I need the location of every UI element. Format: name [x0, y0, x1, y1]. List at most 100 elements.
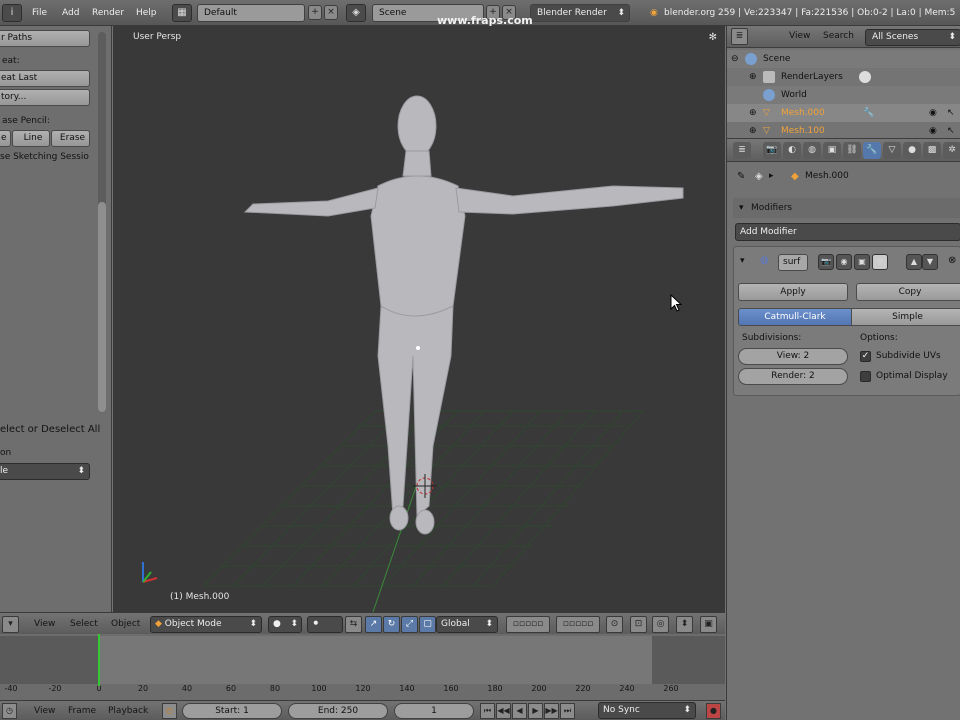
snap-target-icon[interactable]: ◎	[652, 616, 669, 633]
render-levels-field[interactable]: Render: 2	[738, 368, 848, 385]
next-keyframe-icon[interactable]: ▶▶	[544, 703, 559, 719]
expand-icon[interactable]: ⊕	[749, 68, 757, 86]
editor-type-icon[interactable]: ≣	[731, 28, 748, 45]
visibility-eye-icon[interactable]: ◉	[929, 104, 937, 122]
menu-frame[interactable]: Frame	[68, 704, 96, 718]
collapse-icon[interactable]: ⊖	[731, 50, 739, 68]
prev-keyframe-icon[interactable]: ◀◀	[496, 703, 511, 719]
snap-icon[interactable]: ⊡	[630, 616, 647, 633]
apply-button[interactable]: Apply	[738, 283, 848, 301]
add-modifier-select[interactable]: Add Modifier	[735, 223, 960, 241]
current-frame-field[interactable]: 1	[394, 703, 474, 719]
simple-tab[interactable]: Simple	[851, 308, 960, 326]
bake-paths-button[interactable]: r Paths	[0, 30, 90, 47]
scene-tab-icon[interactable]: ◐	[783, 142, 801, 159]
render-engine-select[interactable]: Blender Render ⬍	[530, 4, 630, 22]
outliner-row-renderlayers[interactable]: ⊕ RenderLayers	[727, 68, 960, 86]
mode-select[interactable]: ◆ Object Mode ⬍	[150, 616, 262, 633]
world-tab-icon[interactable]: ◍	[803, 142, 821, 159]
sync-select[interactable]: No Sync ⬍	[598, 702, 696, 719]
layers-grid-a[interactable]: ▫▫▫▫▫	[506, 616, 550, 633]
outliner-menu-search[interactable]: Search	[823, 31, 854, 41]
viewport-visibility-icon[interactable]: ◉	[836, 254, 852, 270]
menu-select[interactable]: Select	[70, 617, 98, 632]
layout-add-button[interactable]: +	[308, 5, 322, 20]
optimal-display-checkbox[interactable]	[860, 371, 871, 382]
outliner-menu-view[interactable]: View	[789, 31, 810, 41]
scale-box-icon[interactable]: ▢	[419, 616, 436, 633]
expand-icon[interactable]: ⊕	[749, 104, 757, 122]
pivot-select[interactable]: ⚫	[307, 616, 343, 633]
end-frame-field[interactable]: End: 250	[288, 703, 388, 719]
data-tab-icon[interactable]: ▽	[883, 142, 901, 159]
pin-icon[interactable]: ✎	[737, 171, 745, 182]
modifiers-panel-header[interactable]: ▾ Modifiers	[733, 198, 960, 218]
wrench-icon[interactable]: 🔧	[863, 104, 874, 122]
menu-add[interactable]: Add	[62, 4, 79, 22]
line-button[interactable]: Line	[12, 130, 50, 147]
history-button[interactable]: tory...	[0, 89, 90, 106]
scrollbar-thumb[interactable]	[98, 202, 106, 412]
editmode-visibility-icon[interactable]: ▣	[854, 254, 870, 270]
camera-icon[interactable]	[859, 71, 871, 83]
action-select[interactable]: le ⬍	[0, 463, 90, 480]
rotate-icon[interactable]: ↻	[383, 616, 400, 633]
screen-layout-icon[interactable]: ▦	[172, 4, 192, 22]
remove-modifier-icon[interactable]: ⊗	[948, 255, 956, 266]
timeline-area[interactable]	[0, 636, 725, 684]
record-icon[interactable]: ●	[706, 703, 721, 719]
subdivide-uvs-checkbox[interactable]: ✓	[860, 351, 871, 362]
collapse-triangle-icon[interactable]: ▾	[739, 198, 744, 218]
outliner-row-mesh000[interactable]: ⊕ ▽ Mesh.000 🔧 ◉ ↖	[727, 104, 960, 122]
menu-render[interactable]: Render	[92, 4, 124, 22]
menu-playback[interactable]: Playback	[108, 704, 148, 718]
erase-button[interactable]: Erase	[51, 130, 90, 147]
repeat-last-button[interactable]: eat Last	[0, 70, 90, 87]
draw-button[interactable]: e	[0, 130, 11, 147]
start-frame-field[interactable]: Start: 1	[182, 703, 282, 719]
editor-type-icon[interactable]: ≣	[733, 142, 751, 159]
outliner-display-select[interactable]: All Scenes ⬍	[865, 29, 960, 46]
translate-icon[interactable]: ↗	[365, 616, 382, 633]
outliner-row-scene[interactable]: ⊖ Scene	[727, 50, 960, 68]
menu-view[interactable]: View	[34, 617, 55, 632]
layout-field[interactable]: Default	[197, 4, 305, 22]
menu-help[interactable]: Help	[136, 4, 157, 22]
timeline-editor[interactable]: -40 -20 0 20 40 60 80 100 120 140 160 18…	[0, 634, 725, 700]
menu-object[interactable]: Object	[111, 617, 140, 632]
material-tab-icon[interactable]: ●	[903, 142, 921, 159]
catmull-clark-tab[interactable]: Catmull-Clark	[738, 308, 852, 326]
play-icon[interactable]: ▶	[528, 703, 543, 719]
object-tab-icon[interactable]: ▣	[823, 142, 841, 159]
outliner-row-mesh100[interactable]: ⊕ ▽ Mesh.100 ◉ ↖	[727, 122, 960, 138]
3d-viewport[interactable]: User Persp ✻ (1) Mesh.000	[113, 26, 725, 612]
current-frame-indicator[interactable]	[98, 634, 100, 686]
snap-element-icon[interactable]: ⬍	[676, 616, 693, 633]
editor-type-icon[interactable]: ◷	[2, 703, 17, 719]
modifier-name-field[interactable]: surf	[778, 254, 808, 271]
texture-tab-icon[interactable]: ▩	[923, 142, 941, 159]
scale-icon[interactable]: ⤢	[401, 616, 418, 633]
jump-end-icon[interactable]: ⏭	[560, 703, 575, 719]
scene-icon[interactable]: ◈	[346, 4, 366, 22]
layout-remove-button[interactable]: ×	[324, 5, 338, 20]
manipulator-icon[interactable]: ⇆	[345, 616, 362, 633]
layer-lock-icon[interactable]: ⊙	[606, 616, 623, 633]
editor-type-icon[interactable]: i	[2, 4, 22, 22]
render-tab-icon[interactable]: 📷	[763, 142, 781, 159]
view-levels-field[interactable]: View: 2	[738, 348, 848, 365]
move-up-icon[interactable]: ▲	[906, 254, 922, 270]
move-down-icon[interactable]: ▼	[922, 254, 938, 270]
menu-view[interactable]: View	[34, 704, 55, 718]
modifiers-tab-icon[interactable]: 🔧	[863, 142, 881, 159]
orientation-select[interactable]: Global ⬍	[436, 616, 498, 633]
render-visibility-icon[interactable]: 📷	[818, 254, 834, 270]
menu-file[interactable]: File	[32, 4, 47, 22]
cage-icon[interactable]: ▽	[872, 254, 888, 270]
editor-type-icon[interactable]: ▾	[2, 616, 19, 633]
outliner-row-world[interactable]: World	[727, 86, 960, 104]
particles-tab-icon[interactable]: ✲	[943, 142, 960, 159]
expand-triangle-icon[interactable]: ▾	[740, 256, 745, 266]
selectable-arrow-icon[interactable]: ↖	[947, 104, 955, 122]
play-reverse-icon[interactable]: ◀	[512, 703, 527, 719]
